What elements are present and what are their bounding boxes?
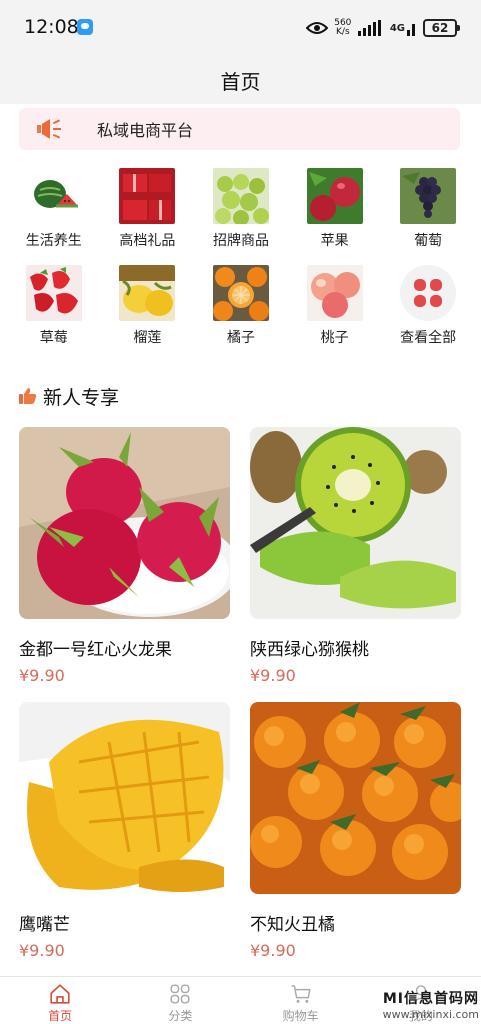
category-label: 高档礼品 — [119, 233, 176, 249]
kiwi-image — [250, 427, 461, 619]
orange-icon — [212, 265, 269, 321]
network-type: 4G — [389, 22, 405, 34]
product-price: ¥9.90 — [19, 666, 65, 685]
category-pingguo[interactable]: 苹果 — [288, 168, 382, 265]
category-view-all[interactable]: 查看全部 — [381, 265, 475, 362]
nav-label: 首页 — [48, 1009, 73, 1023]
grapes-icon — [400, 168, 457, 224]
category-juzi[interactable]: 橘子 — [194, 265, 288, 362]
grid-all-icon — [400, 265, 457, 321]
nav-home[interactable]: 首页 — [0, 977, 120, 1024]
notice-text: 私域电商平台 — [97, 121, 194, 140]
product-name: 陕西绿心猕猴桃 — [250, 640, 369, 660]
product-name: 鹰嘴芒 — [19, 915, 70, 935]
status-bar: 12:08 560 K/s 4G 62 — [0, 0, 481, 56]
section-title: 新人专享 — [43, 386, 120, 409]
watermark-title: MI信息首码网 — [382, 991, 479, 1007]
category-shenghuoyangsheng[interactable]: 生活养生 — [7, 168, 101, 265]
category-putao[interactable]: 葡萄 — [381, 168, 475, 265]
nav-category[interactable]: 分类 — [120, 977, 240, 1024]
category-label: 草莓 — [39, 330, 68, 346]
peach-icon — [306, 265, 363, 321]
category-caomei[interactable]: 草莓 — [7, 265, 101, 362]
status-time: 12:08 — [24, 16, 79, 38]
product-price: ¥9.90 — [250, 666, 296, 685]
signal-icon — [357, 20, 381, 36]
apple-icon — [306, 168, 363, 224]
nav-label: 购物车 — [282, 1009, 319, 1023]
category-label: 葡萄 — [414, 233, 443, 249]
category-grid: 生活养生 高档礼品 招牌商品 苹果 葡萄 草莓 榴莲 橘子 桃子 查看全部 — [7, 168, 475, 362]
nav-cart[interactable]: 购物车 — [241, 977, 361, 1024]
nav-label: 分类 — [168, 1009, 193, 1023]
dragon-fruit-image — [19, 427, 230, 619]
ugly-orange-image — [250, 702, 461, 894]
home-icon — [50, 984, 70, 1004]
section-header: 新人专享 — [19, 382, 119, 410]
watermark-url: www.mixinxi.com — [382, 1008, 479, 1021]
notice-bar[interactable]: 私域电商平台 — [19, 108, 460, 150]
category-gaodanglipin[interactable]: 高档礼品 — [101, 168, 195, 265]
eye-icon — [305, 22, 328, 34]
app-header: 首页 — [0, 56, 481, 104]
cart-icon — [291, 985, 311, 1003]
durian-icon — [119, 265, 176, 321]
network-speed: 560 K/s — [334, 19, 352, 37]
category-label: 橘子 — [226, 330, 255, 346]
battery-indicator: 62 — [423, 19, 460, 37]
category-label: 榴莲 — [133, 330, 162, 346]
product-name: 不知火丑橘 — [250, 915, 335, 935]
strawberry-icon — [25, 265, 82, 321]
mango-image — [19, 702, 230, 894]
speaker-icon — [37, 119, 61, 139]
gift-box-icon — [119, 168, 176, 224]
product-name: 金都一号红心火龙果 — [19, 640, 172, 660]
product-price: ¥9.90 — [250, 941, 296, 960]
network-type-indicator: 4G — [390, 20, 417, 36]
category-label: 桃子 — [320, 330, 349, 346]
green-grapes-icon — [212, 168, 269, 224]
product-card[interactable]: 不知火丑橘 ¥9.90 — [250, 702, 461, 960]
category-taozi[interactable]: 桃子 — [288, 265, 382, 362]
category-label: 查看全部 — [400, 330, 457, 346]
watermark: MI信息首码网 www.mixinxi.com — [383, 988, 479, 1021]
status-indicators: 560 K/s 4G 62 — [305, 16, 460, 40]
category-label: 招牌商品 — [212, 233, 269, 249]
network-speed-unit: K/s — [336, 27, 350, 37]
product-price: ¥9.90 — [19, 941, 65, 960]
product-card[interactable]: 陕西绿心猕猴桃 ¥9.90 — [250, 427, 461, 685]
category-label: 苹果 — [320, 233, 349, 249]
category-label: 生活养生 — [25, 233, 82, 249]
product-card[interactable]: 金都一号红心火龙果 ¥9.90 — [19, 427, 230, 685]
thumbs-up-icon — [19, 388, 37, 404]
watermelon-icon — [25, 168, 82, 224]
category-icon — [170, 984, 190, 1004]
category-zhaopaishangpin[interactable]: 招牌商品 — [194, 168, 288, 265]
category-liulian[interactable]: 榴莲 — [101, 265, 195, 362]
product-card[interactable]: 鹰嘴芒 ¥9.90 — [19, 702, 230, 960]
page-title: 首页 — [220, 69, 261, 94]
signal-small-icon — [407, 24, 415, 36]
message-app-icon — [77, 19, 93, 35]
